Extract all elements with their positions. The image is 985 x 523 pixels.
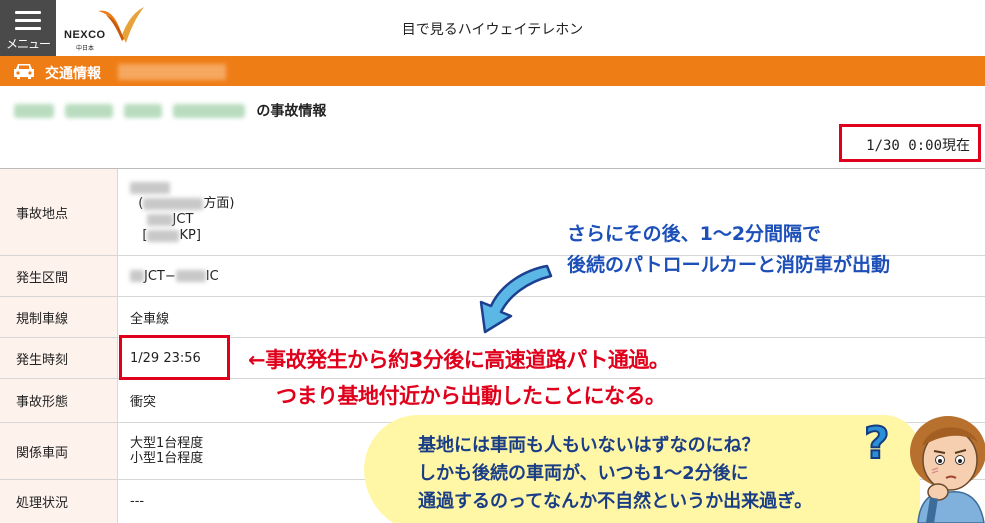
timestamp-highlight: 1/30 0:00現在 <box>839 124 981 162</box>
row-label: 発生区間 <box>0 256 118 296</box>
vehicle-large: 大型1台程度 <box>130 436 204 451</box>
timestamp: 1/30 0:00現在 <box>866 138 970 154</box>
annotation-blue-line1: さらにその後、1〜2分間隔で <box>567 223 822 245</box>
table-row: 事故地点 (方面) JCT [KP] <box>0 169 985 256</box>
bubble-line3: 通過するのってなんか不自然というか出来過ぎ。 <box>418 491 813 512</box>
loc-jct: JCT <box>172 212 194 227</box>
header: メニュー NEXCO 中日本 目で見るハイウェイテレホン <box>0 0 985 56</box>
row-label: 発生時刻 <box>0 338 118 378</box>
row-label: 事故地点 <box>0 169 118 255</box>
page-heading: の事故情報 <box>14 100 326 120</box>
row-value: (方面) JCT [KP] <box>130 169 234 255</box>
row-value: 衝突 <box>130 395 157 410</box>
loc-direction: 方面) <box>203 196 235 211</box>
row-label: 関係車両 <box>0 423 118 479</box>
section-bar: 交通情報 <box>0 56 985 86</box>
page-title: の事故情報 <box>256 103 327 120</box>
annotation-red-line1: ←事故発生から約3分後に高速道路パト通過。 <box>248 348 670 372</box>
loc-kp: KP] <box>179 228 201 243</box>
speech-bubble-text: 基地には車両も人もいないはずなのにね？ しかも後続の車両が、いつも1〜2分後に … <box>418 432 812 516</box>
redacted-text <box>143 197 204 210</box>
redacted-text <box>130 270 144 282</box>
question-mark-icon: ? <box>864 418 890 469</box>
annotation-blue-line2: 後続のパトロールカーと消防車が出動 <box>567 254 891 276</box>
section-title: 交通情報 <box>45 66 101 82</box>
thinking-person-illustration: ? <box>863 416 985 523</box>
row-label: 規制車線 <box>0 297 118 337</box>
bubble-line2: しかも後続の車両が、いつも1〜2分後に <box>418 463 749 484</box>
annotation-red-line2: つまり基地付近から出動したことになる。 <box>276 384 666 408</box>
car-icon <box>14 64 34 79</box>
site-title: 目で見るハイウェイテレホン <box>401 22 584 38</box>
redacted-chip <box>124 103 163 118</box>
section-from: JCT− <box>144 268 176 284</box>
section-to: IC <box>205 268 219 284</box>
logo-subtext: 中日本 <box>76 45 95 52</box>
bubble-line1: 基地には車両も人もいないはずなのにね？ <box>418 435 760 456</box>
row-value: 全車線 <box>130 311 170 327</box>
redacted-text <box>175 270 206 282</box>
redacted-chip <box>173 103 246 118</box>
row-label: 事故形態 <box>0 379 118 422</box>
redacted-chip <box>14 103 54 118</box>
redacted-route <box>118 64 226 80</box>
row-label: 処理状況 <box>0 480 118 523</box>
curved-arrow-icon <box>479 264 553 334</box>
row-value: JCT− IC <box>130 256 219 296</box>
redacted-text <box>147 229 180 242</box>
row-value: 大型1台程度 小型1台程度 <box>130 423 203 479</box>
vehicle-small: 小型1台程度 <box>130 451 204 466</box>
redacted-text <box>130 181 170 194</box>
redacted-text <box>146 213 173 226</box>
redacted-chip <box>65 103 114 118</box>
time-highlight <box>119 335 230 380</box>
row-value: --- <box>130 494 145 509</box>
